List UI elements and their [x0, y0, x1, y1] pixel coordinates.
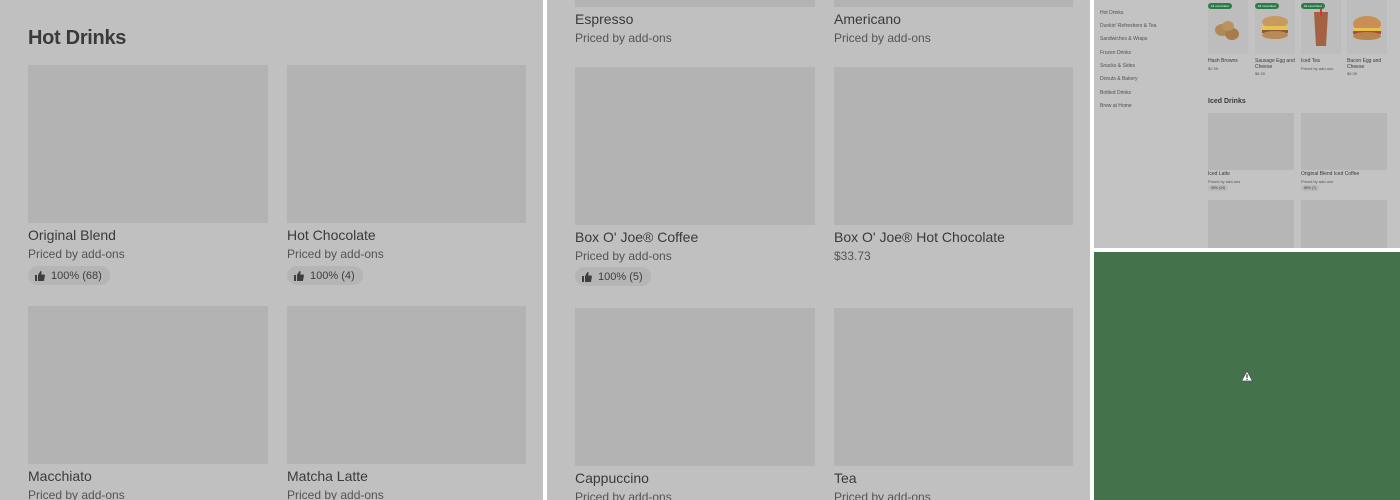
sidebar-item-hot-drinks[interactable]: Hot Drinks: [1100, 10, 1123, 16]
item-name[interactable]: Cappuccino: [575, 470, 649, 486]
item-name[interactable]: Americano: [834, 11, 901, 27]
item-name[interactable]: Box O' Joe® Hot Chocolate: [834, 229, 1005, 245]
item-price: $33.73: [834, 249, 871, 263]
item-name[interactable]: Hash Browns: [1208, 58, 1238, 64]
item-image[interactable]: [1301, 200, 1387, 248]
item-price: Priced by add-ons: [575, 249, 672, 263]
section-title: Iced Drinks: [1208, 98, 1246, 105]
sidebar-item-bottled[interactable]: Bottled Drinks: [1100, 90, 1131, 96]
item-image[interactable]: [834, 0, 1073, 7]
menu-panel-coffee: Espresso Priced by add-ons Americano Pri…: [547, 0, 1090, 500]
sidebar-item-sandwiches[interactable]: Sandwiches & Wraps: [1100, 36, 1147, 42]
item-image[interactable]: [1208, 113, 1294, 170]
thumbs-up-icon: [582, 271, 592, 282]
item-name[interactable]: Hot Chocolate: [287, 227, 376, 243]
item-price: Priced by add-ons: [575, 490, 672, 500]
sidebar-item-donuts[interactable]: Donuts & Bakery: [1100, 76, 1138, 82]
most-liked-badge: #1 most liked: [1208, 3, 1232, 9]
rating-text: 100% (5): [598, 270, 643, 283]
item-price: Priced by add-ons: [287, 488, 384, 500]
rating-badge: 95% (24): [1208, 185, 1229, 191]
rating-badge: 100% (68): [28, 266, 110, 285]
menu-panel-hot-drinks: Hot Drinks Original Blend Priced by add-…: [0, 0, 543, 500]
item-price: Priced by add-ons: [575, 31, 672, 45]
item-price: Priced by add-ons: [28, 488, 125, 500]
most-liked-badge: #2 most liked: [1255, 3, 1279, 9]
rating-badge: 100% (5): [575, 267, 651, 286]
sandwich-image: [1353, 16, 1381, 40]
item-price: Priced by add-ons: [1208, 179, 1241, 184]
rating-badge: 100% (4): [287, 266, 363, 285]
most-liked-badge: #3 most liked: [1301, 3, 1325, 9]
item-image[interactable]: [1347, 0, 1387, 54]
item-price: $2.99: [1208, 66, 1219, 71]
item-name[interactable]: Tea: [834, 470, 857, 486]
item-name[interactable]: Iced Latte: [1208, 171, 1230, 177]
item-name[interactable]: Matcha Latte: [287, 468, 368, 484]
thumbs-up-icon: [294, 270, 304, 281]
item-price: Priced by add-ons: [28, 247, 125, 261]
menu-overview-panel: Hot Drinks Dunkin' Refreshers & Tea Sand…: [1094, 0, 1400, 248]
warning-icon: [1241, 370, 1253, 382]
rating-text: 100% (4): [310, 269, 355, 282]
item-price: Priced by add-ons: [1301, 179, 1334, 184]
sidebar-item-snacks[interactable]: Snacks & Sides: [1100, 63, 1135, 69]
item-image[interactable]: [575, 0, 815, 7]
item-price: Priced by add-ons: [834, 31, 931, 45]
sidebar-item[interactable]: [1100, 0, 1101, 4]
item-image[interactable]: [287, 65, 526, 223]
section-title: Hot Drinks: [28, 27, 127, 49]
item-image[interactable]: [1301, 113, 1387, 170]
item-image[interactable]: [575, 308, 815, 466]
item-name[interactable]: Iced Tea: [1301, 58, 1320, 64]
thumbs-up-icon: [35, 270, 45, 281]
item-name[interactable]: Espresso: [575, 11, 633, 27]
item-name[interactable]: Original Blend Iced Coffee: [1301, 171, 1359, 177]
item-image[interactable]: [287, 306, 526, 464]
item-name[interactable]: Bacon Egg and Cheese: [1347, 58, 1389, 70]
rating-badge: 86% (7): [1301, 185, 1320, 191]
item-price: $6.39: [1347, 71, 1358, 76]
rating-text: 100% (68): [51, 269, 102, 282]
item-price: Priced by add-ons: [1301, 66, 1334, 71]
item-price: $6.39: [1255, 71, 1266, 76]
broken-image-panel: [1094, 252, 1400, 500]
item-image[interactable]: [28, 65, 268, 223]
item-image[interactable]: [28, 306, 268, 464]
sidebar-item-brew[interactable]: Brew at Home: [1100, 103, 1132, 109]
item-name[interactable]: Box O' Joe® Coffee: [575, 229, 698, 245]
item-price: Priced by add-ons: [287, 247, 384, 261]
item-image[interactable]: [834, 67, 1073, 225]
item-image[interactable]: [1208, 200, 1294, 248]
item-name[interactable]: Original Blend: [28, 227, 116, 243]
sidebar-item-refreshers[interactable]: Dunkin' Refreshers & Tea: [1100, 23, 1156, 29]
item-image[interactable]: [834, 308, 1073, 466]
item-price: Priced by add-ons: [834, 490, 931, 500]
item-name[interactable]: Sausage Egg and Cheese: [1255, 58, 1295, 70]
item-name[interactable]: Macchiato: [28, 468, 92, 484]
sidebar-item-frozen[interactable]: Frozen Drinks: [1100, 50, 1131, 56]
item-image[interactable]: [575, 67, 815, 225]
